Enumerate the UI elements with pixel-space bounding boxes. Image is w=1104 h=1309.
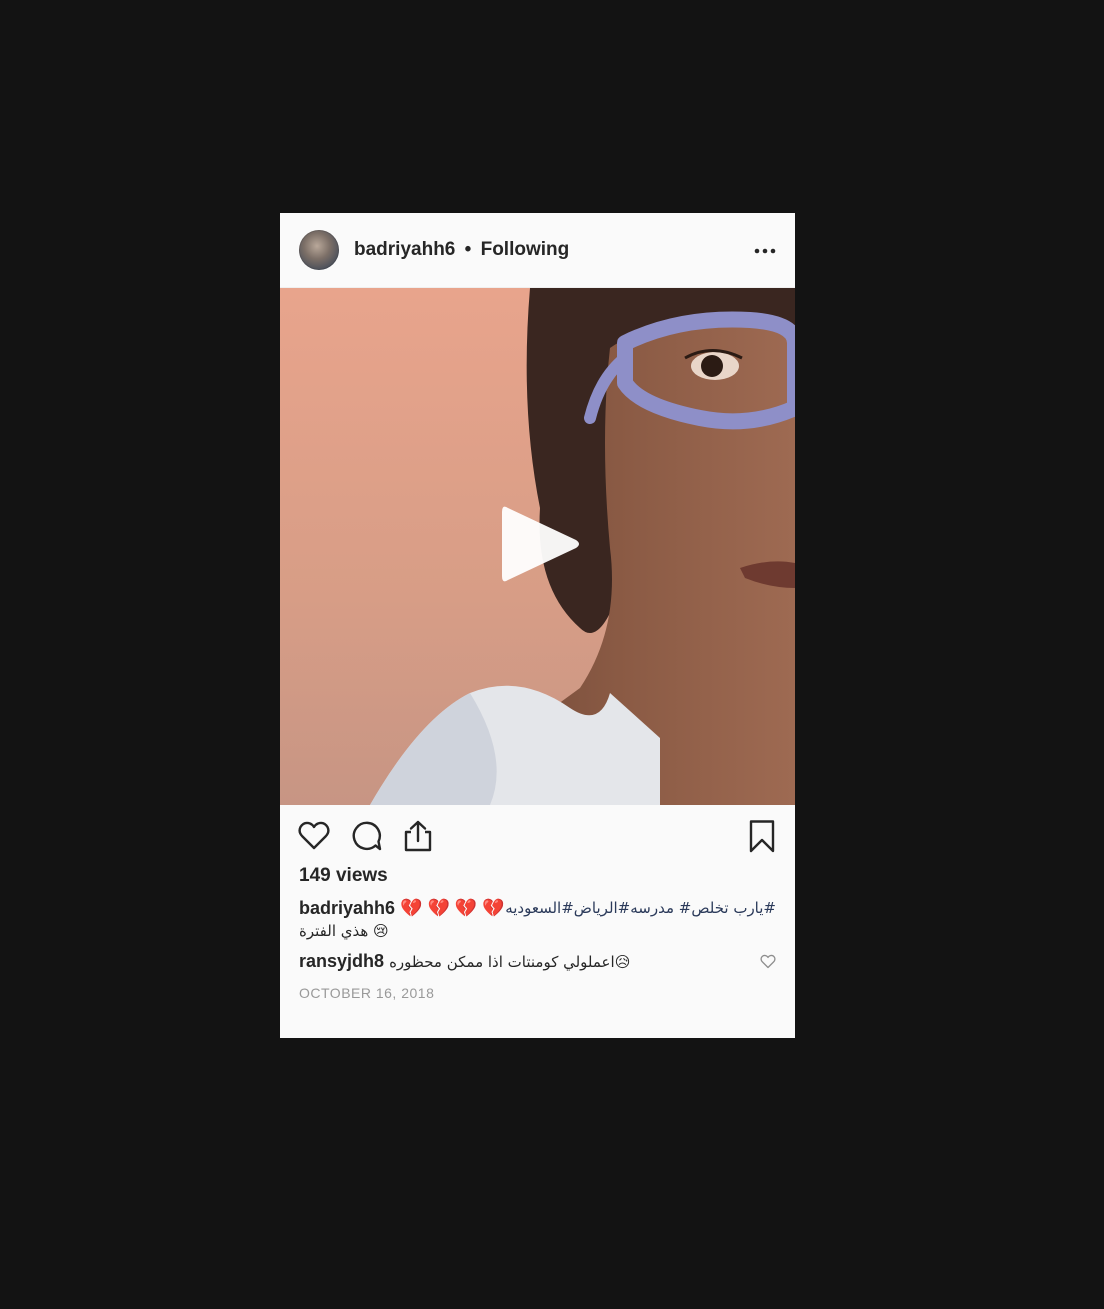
- caption-username[interactable]: badriyahh6: [299, 898, 395, 918]
- header-separator: •: [464, 239, 472, 260]
- view-count[interactable]: 149 views: [299, 865, 388, 887]
- comment-text: اعملولي كومنتات اذا ممكن محظوره😥: [389, 953, 631, 971]
- caption-emojis: 💔 💔 💔 💔: [400, 898, 505, 918]
- avatar[interactable]: [299, 230, 339, 270]
- heart-icon[interactable]: [297, 819, 331, 853]
- share-icon[interactable]: [401, 819, 435, 853]
- post-card: badriyahh6 • Following 149 views badriya…: [280, 213, 795, 1038]
- play-icon[interactable]: [498, 500, 584, 588]
- post-header: badriyahh6 • Following: [280, 213, 795, 288]
- comment-heart-icon[interactable]: [760, 954, 776, 969]
- header-username[interactable]: badriyahh6: [354, 239, 455, 260]
- action-bar: [280, 805, 795, 865]
- caption-hashtags[interactable]: #يارب تخلص# مدرسه#الرياض#السعوديه: [505, 897, 776, 920]
- post-caption: badriyahh6 💔 💔 💔 💔 #يارب تخلص# مدرسه#الر…: [299, 897, 776, 940]
- follow-status-button[interactable]: Following: [481, 239, 570, 260]
- post-video[interactable]: [280, 288, 795, 805]
- comment-row: ransyjdh8 اعملولي كومنتات اذا ممكن محظور…: [299, 951, 776, 972]
- bookmark-icon[interactable]: [745, 819, 779, 853]
- more-horizontal-icon[interactable]: [752, 241, 778, 261]
- comment-icon[interactable]: [349, 819, 383, 853]
- header-user-line: badriyahh6 • Following: [354, 239, 569, 261]
- post-date: OCTOBER 16, 2018: [299, 985, 435, 1001]
- comment-username[interactable]: ransyjdh8: [299, 951, 384, 971]
- caption-text: هذي الفترة 😢: [299, 922, 389, 940]
